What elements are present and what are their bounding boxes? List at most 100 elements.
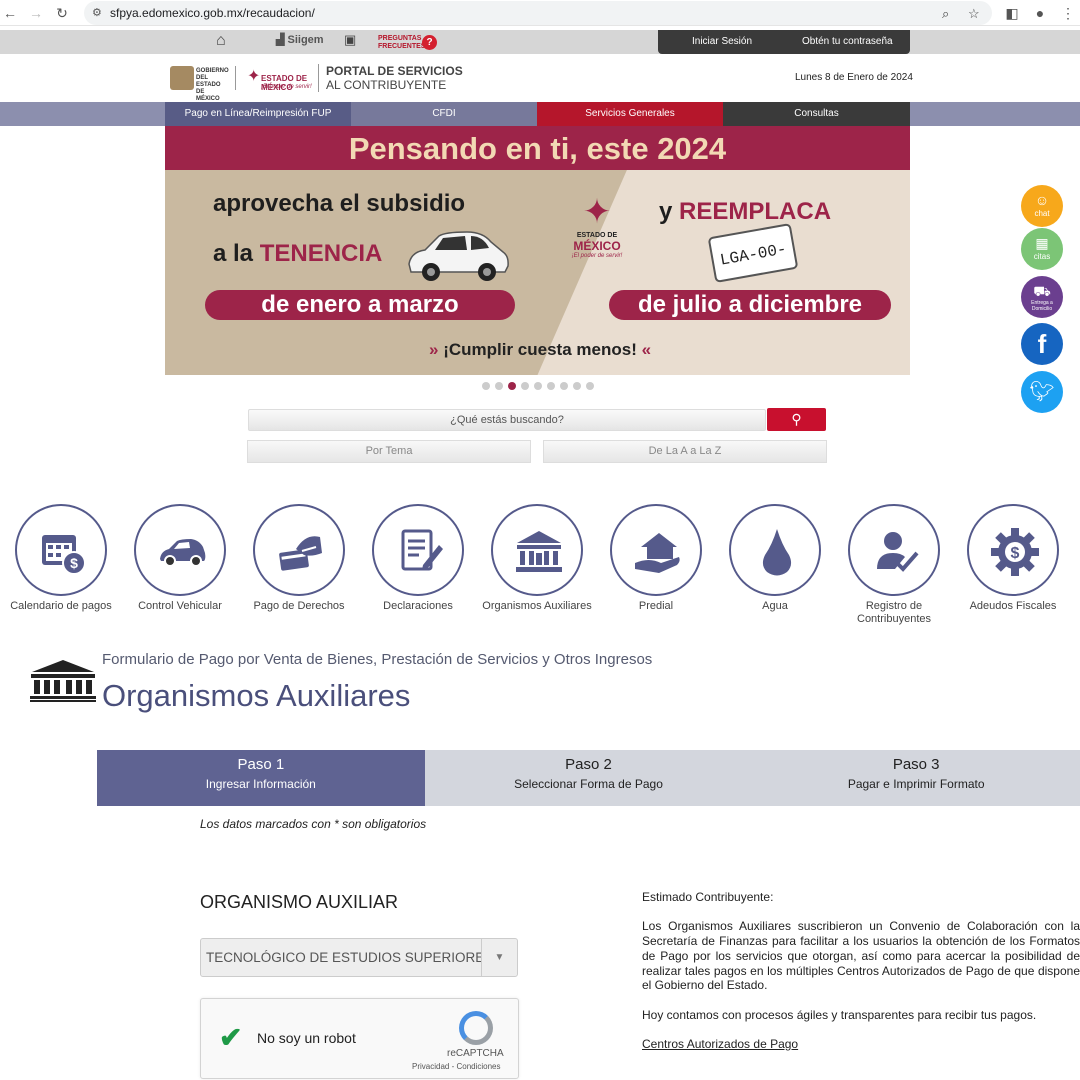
carousel-dot[interactable] [560,382,568,390]
user-check-icon [877,532,919,572]
calendar-dollar-icon: $ [42,535,86,575]
carousel-dot[interactable] [482,382,490,390]
page-title: Organismos Auxiliares [102,678,411,713]
promo-banner[interactable]: Pensando en ti, este 2024 aprovecha el s… [165,126,910,375]
bookmark-star-icon[interactable]: ☆ [968,6,980,22]
siigem-link[interactable]: ▟ Siigem [276,33,324,46]
banner-title: Pensando en ti, este 2024 [348,131,727,166]
faq-link[interactable]: PREGUNTAS FRECUENTES [378,35,425,51]
bird-logo-icon: ✦ [247,68,261,85]
site-info-icon[interactable]: ⚙ [92,6,102,19]
organismo-label: ORGANISMO AUXILIAR [200,892,399,912]
water-drop-icon [762,529,792,576]
service-declaraciones[interactable] [372,504,464,596]
twitter-icon[interactable]: 🐦︎ [1021,371,1063,413]
citas-button[interactable]: ▦ citas [1021,228,1063,270]
chat-button[interactable]: ☺ chat [1021,185,1063,227]
service-label: Pago de Derechos [253,600,345,612]
carousel-dot[interactable] [586,382,594,390]
home-icon[interactable]: ⌂ [216,32,226,50]
service-registro-contribuyentes[interactable] [848,504,940,596]
search-input[interactable]: ¿Qué estás buscando? [248,409,766,431]
menu-item-cfdi[interactable]: CFDI [351,102,537,126]
url-text[interactable]: sfpya.edomexico.gob.mx/recaudacion/ [110,6,315,20]
site-header: GOBIERNO DEL ESTADO DE MÉXICO ✦ ESTADO D… [0,54,1080,102]
zoom-icon[interactable]: ⌕ [942,6,949,22]
centros-autorizados-link[interactable]: Centros Autorizados de Pago [642,1037,798,1051]
estado-slogan: ¡El poder de servir! [261,84,312,90]
facebook-icon[interactable]: f [1021,323,1063,365]
service-calendario[interactable]: $ [15,504,107,596]
forward-icon[interactable]: → [26,3,46,23]
chevron-down-icon[interactable]: ▼ [481,939,517,976]
search-button[interactable]: ⚲ [767,408,826,431]
chat-label: chat [1034,209,1050,218]
service-adeudos-fiscales[interactable]: $ [967,504,1059,596]
banner-line2: a la TENENCIA [213,240,382,268]
back-icon[interactable]: ← [0,3,20,23]
citas-label: citas [1033,252,1051,261]
organismo-select[interactable]: TECNOLÓGICO DE ESTUDIOS SUPERIORES ▼ [200,938,518,977]
service-pago-derechos[interactable] [253,504,345,596]
banner-pill-enero-marzo: de enero a marzo [205,290,515,320]
banner-footer-text: ¡Cumplir cuesta menos! [443,340,637,359]
service-label: Registro de Contribuyentes [857,600,931,625]
service-organismos-auxiliares[interactable] [491,504,583,596]
a-to-z-select[interactable]: De La A a La Z [543,440,827,463]
step-desc: Seleccionar Forma de Pago [514,777,663,791]
session-bar: Iniciar Sesión Obtén tu contraseña [658,30,910,54]
form-subtitle: Formulario de Pago por Venta de Bienes, … [102,651,653,668]
question-icon[interactable]: ? [422,35,437,50]
step-2: Paso 2 Seleccionar Forma de Pago [424,750,753,806]
chevron-left-icon: « [641,340,652,359]
siigem-label: Siigem [287,34,324,46]
service-label: Predial [638,600,674,612]
recaptcha-brand: reCAPTCHA [447,1048,504,1059]
address-bar[interactable]: ⚙ sfpya.edomexico.gob.mx/recaudacion/ ⌕ … [84,1,992,25]
utility-bar: ⌂ ▟ Siigem ▣ PREGUNTAS FRECUENTES ? [0,30,1080,54]
entrega-domicilio-button[interactable]: ⛟ Entrega a Domicilio [1021,276,1063,318]
estado-mexico-logo[interactable]: ✦ ESTADO DE MÉXICO ¡El poder de servir! [247,64,317,92]
carousel-dot[interactable] [521,382,529,390]
service-label: Agua [762,600,788,612]
main-menu: Pago en Línea/Reimpresión FUP CFDI Servi… [165,102,910,126]
menu-item-pago-linea[interactable]: Pago en Línea/Reimpresión FUP [165,102,351,126]
carousel-dot[interactable] [495,382,503,390]
carousel-dot[interactable] [573,382,581,390]
government-logo-text: GOBIERNO DEL ESTADO DE MÉXICO [196,68,229,102]
carousel-dot[interactable] [547,382,555,390]
house-hand-icon [635,533,680,573]
carousel-dot[interactable] [534,382,542,390]
banner-right1a: y [659,198,680,225]
side-panel-icon[interactable]: ◧ [1002,3,1022,23]
by-topic-select[interactable]: Por Tema [247,440,531,463]
login-link[interactable]: Iniciar Sesión [692,36,752,47]
car-icon [160,539,206,567]
service-predial[interactable] [610,504,702,596]
portal-title: PORTAL DE SERVICIOS AL CONTRIBUYENTE [318,64,463,92]
menu-item-servicios-generales[interactable]: Servicios Generales [537,102,723,126]
banner-title-bar: Pensando en ti, este 2024 [165,126,910,170]
service-label: Organismos Auxiliares [482,600,592,612]
service-agua[interactable] [729,504,821,596]
banner-estado-logo: ✦ ESTADO DE MÉXICO ¡El poder de servir! [557,192,637,259]
service-control-vehicular[interactable] [134,504,226,596]
checkmark-icon[interactable]: ✔ [219,1021,242,1054]
chevron-right-icon: » [429,340,439,359]
info-greeting: Estimado Contribuyente: [642,890,774,904]
recaptcha-links[interactable]: Privacidad - Condiciones [412,1062,501,1071]
delivery-truck-icon: ⛟ [1033,283,1051,299]
reload-icon[interactable]: ↻ [52,3,72,23]
captcha-label: No soy un robot [257,1030,356,1046]
organismo-selected-value: TECNOLÓGICO DE ESTUDIOS SUPERIORES [206,950,482,965]
banner-edo-top: ESTADO DE [576,232,618,239]
menu-item-consultas[interactable]: Consultas [723,102,910,126]
get-password-link[interactable]: Obtén tu contraseña [802,36,893,47]
step-title: Paso 3 [892,756,940,773]
carousel-dot-active[interactable] [508,382,516,390]
government-seal-logo [170,66,194,90]
card-payment-icon [279,536,322,571]
profile-avatar-icon[interactable]: ● [1030,3,1050,23]
menu-kebab-icon[interactable]: ⋮ [1058,3,1078,23]
calculator-icon[interactable]: ▣ [344,32,356,48]
